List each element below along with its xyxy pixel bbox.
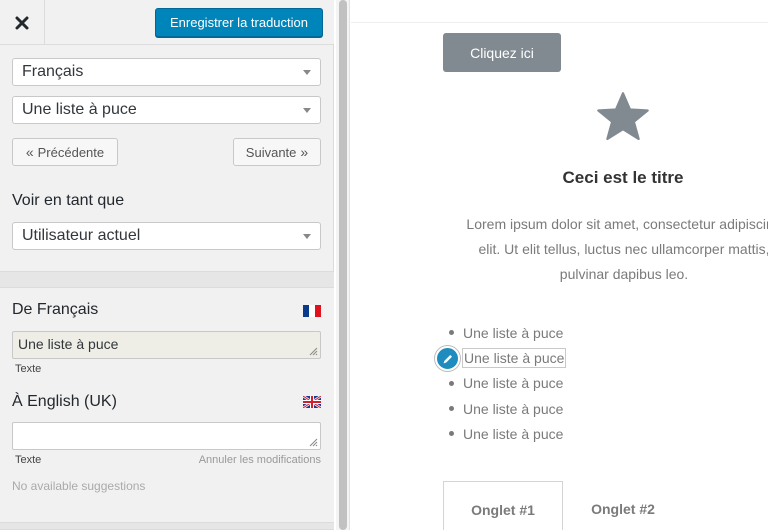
list-item[interactable]: Une liste à puce (449, 320, 565, 345)
sidebar-scrollbar[interactable] (336, 0, 350, 530)
bullet-icon (449, 431, 454, 437)
target-type-label: Texte (15, 454, 42, 466)
double-chevron-left-icon: « (25, 144, 34, 160)
scrollbar-thumb[interactable] (339, 0, 347, 530)
heading-title[interactable]: Ceci est le titre (351, 168, 768, 188)
preview-separator (351, 22, 768, 23)
paragraph-line: elit. Ut elit tellus, luctus nec ullamco… (478, 241, 768, 257)
source-text-field: Une liste à puce (12, 331, 321, 359)
chevron-down-icon (303, 234, 311, 239)
translation-input[interactable] (12, 422, 321, 450)
pencil-icon (443, 354, 452, 363)
star-icon (597, 92, 649, 141)
string-select[interactable]: Une liste à puce (12, 96, 321, 124)
paragraph-line: Lorem ipsum dolor sit amet, consectetur … (466, 216, 768, 232)
target-language-heading: À English (UK) (12, 393, 117, 410)
translation-panel: De Français Une liste à puce Texte À Eng… (0, 288, 334, 522)
chevron-down-icon (303, 108, 311, 113)
lorem-paragraph[interactable]: Lorem ipsum dolor sit amet, consectetur … (409, 212, 768, 287)
section-divider (0, 271, 334, 288)
resize-handle-icon (309, 438, 318, 447)
chevron-down-icon (303, 70, 311, 75)
next-label: Suivante (245, 144, 297, 160)
translation-editor: Enregistrer la traduction Français Une l… (0, 0, 768, 530)
bullet-icon (449, 330, 454, 336)
translation-sidebar: Enregistrer la traduction Français Une l… (0, 0, 334, 530)
bullet-icon (449, 406, 454, 412)
save-translation-button[interactable]: Enregistrer la traduction (155, 8, 323, 37)
flag-uk-icon (303, 396, 321, 408)
tab-onglet-1[interactable]: Onglet #1 (443, 481, 563, 530)
paragraph-line: pulvinar dapibus leo. (559, 266, 689, 282)
suggestions-status: No available suggestions (12, 479, 146, 493)
resize-handle-icon (309, 347, 318, 356)
click-here-button[interactable]: Cliquez ici (443, 33, 561, 72)
previous-label: Précédente (37, 144, 105, 160)
source-language-heading: De Français (12, 301, 99, 318)
discard-changes-link[interactable]: Annuler les modifications (199, 454, 321, 466)
string-select-value: Une liste à puce (22, 101, 137, 118)
view-as-label: Voir en tant que (12, 192, 125, 209)
close-icon (15, 16, 29, 29)
flag-france-icon (303, 305, 321, 317)
edit-string-button[interactable] (435, 346, 460, 371)
page-preview: Cliquez ici Ceci est le titre Lorem ipsu… (351, 0, 768, 530)
list-item-selected[interactable]: Une liste à puce (449, 345, 567, 370)
view-as-select-value: Utilisateur actuel (22, 227, 141, 244)
sidebar-topbar: Enregistrer la traduction (0, 0, 334, 45)
double-chevron-right-icon: » (300, 144, 309, 160)
bottom-divider (0, 522, 334, 530)
bullet-icon (449, 380, 454, 386)
list-item[interactable]: Une liste à puce (449, 396, 565, 421)
close-button[interactable] (0, 0, 45, 45)
next-string-button[interactable]: Suivante » (233, 138, 321, 166)
language-select[interactable]: Français (12, 58, 321, 86)
source-type-label: Texte (15, 363, 42, 375)
bullet-list: Une liste à puce Une liste à puce Une li… (449, 320, 567, 446)
previous-string-button[interactable]: « Précédente (12, 138, 118, 166)
view-as-select[interactable]: Utilisateur actuel (12, 222, 321, 250)
list-item[interactable]: Une liste à puce (449, 421, 565, 446)
source-text-value: Une liste à puce (18, 336, 119, 352)
tab-onglet-2[interactable]: Onglet #2 (563, 481, 683, 530)
language-select-value: Français (22, 63, 84, 80)
list-item[interactable]: Une liste à puce (449, 371, 565, 396)
